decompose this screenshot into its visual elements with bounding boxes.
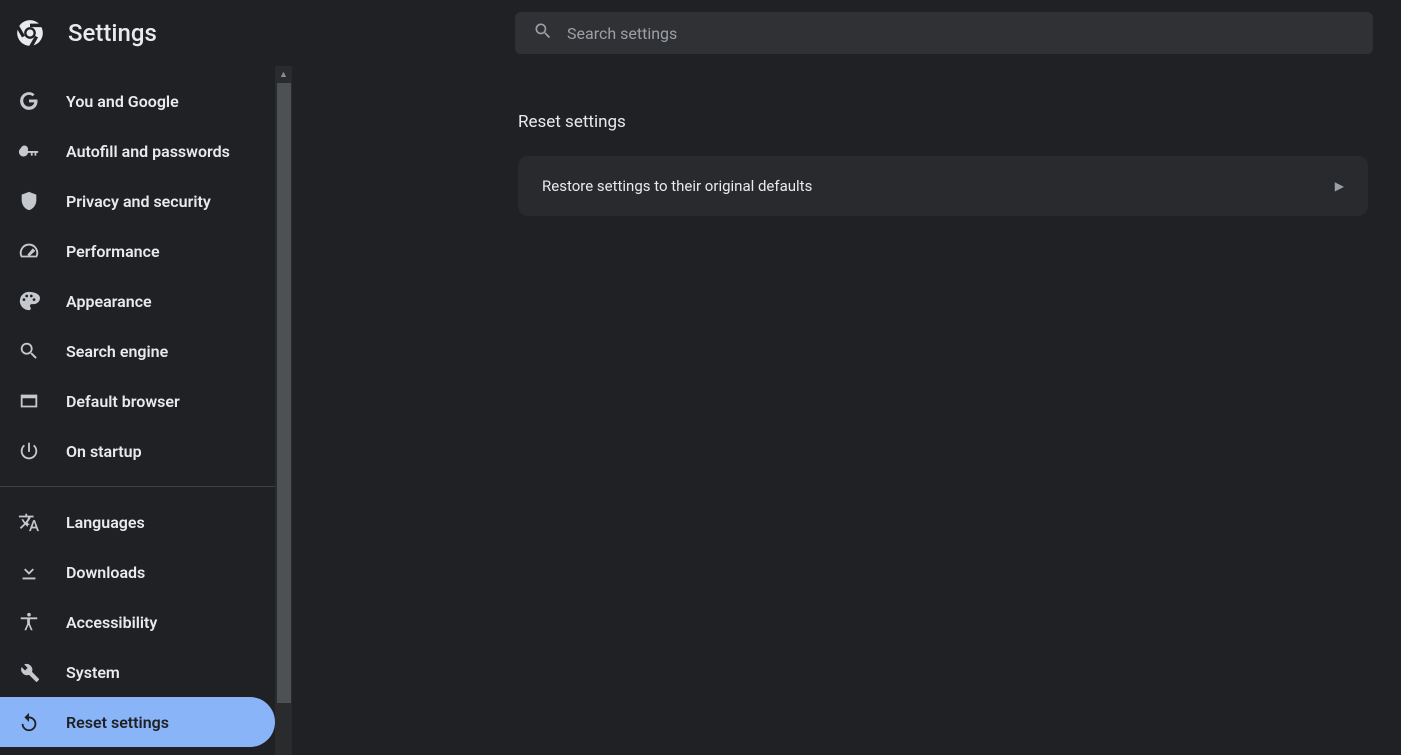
sidebar-scrollbar[interactable]: ▲ — [275, 66, 292, 755]
chrome-logo-icon — [16, 19, 44, 47]
sidebar-item-label: Privacy and security — [66, 192, 211, 211]
sidebar-item-label: System — [66, 663, 120, 682]
download-icon — [18, 561, 40, 583]
sidebar-item-accessibility[interactable]: Accessibility — [0, 597, 275, 647]
sidebar-item-you-and-google[interactable]: You and Google — [0, 76, 275, 126]
sidebar-item-label: Appearance — [66, 292, 152, 311]
settings-row-label: Restore settings to their original defau… — [542, 177, 812, 195]
sidebar-item-on-startup[interactable]: On startup — [0, 426, 275, 476]
google-g-icon — [18, 90, 40, 112]
sidebar-item-system[interactable]: System — [0, 647, 275, 697]
search-container — [275, 12, 1401, 54]
sidebar-item-label: Accessibility — [66, 613, 157, 632]
translate-icon — [18, 511, 40, 533]
accessibility-icon — [18, 611, 40, 633]
search-box[interactable] — [515, 12, 1373, 54]
speedometer-icon — [18, 240, 40, 262]
search-icon — [18, 340, 40, 362]
sidebar-item-autofill[interactable]: Autofill and passwords — [0, 126, 275, 176]
shield-icon — [18, 190, 40, 212]
main-content: Reset settings Restore settings to their… — [292, 66, 1401, 755]
power-icon — [18, 440, 40, 462]
sidebar-item-label: Default browser — [66, 392, 180, 411]
page-title: Settings — [68, 19, 157, 47]
sidebar-item-appearance[interactable]: Appearance — [0, 276, 275, 326]
scrollbar-up-arrow[interactable]: ▲ — [275, 66, 292, 83]
sidebar-item-reset[interactable]: Reset settings — [0, 697, 275, 747]
sidebar-item-label: Languages — [66, 513, 145, 532]
sidebar-item-default-browser[interactable]: Default browser — [0, 376, 275, 426]
sidebar-divider — [0, 486, 275, 487]
sidebar-item-languages[interactable]: Languages — [0, 497, 275, 547]
sidebar-item-privacy[interactable]: Privacy and security — [0, 176, 275, 226]
chevron-right-icon: ▶ — [1335, 179, 1344, 193]
search-icon — [533, 21, 553, 45]
scrollbar-thumb[interactable] — [277, 83, 291, 703]
settings-row-restore-defaults[interactable]: Restore settings to their original defau… — [518, 156, 1368, 216]
key-icon — [18, 140, 40, 162]
sidebar-item-label: Downloads — [66, 563, 145, 582]
wrench-icon — [18, 661, 40, 683]
settings-card: Restore settings to their original defau… — [518, 156, 1368, 216]
sidebar-item-label: Performance — [66, 242, 160, 261]
sidebar-container: You and Google Autofill and passwords Priv… — [0, 66, 292, 755]
sidebar: You and Google Autofill and passwords Priv… — [0, 66, 275, 755]
sidebar-item-label: You and Google — [66, 92, 179, 111]
header-bar: Settings — [0, 0, 1401, 66]
sidebar-item-downloads[interactable]: Downloads — [0, 547, 275, 597]
sidebar-item-search-engine[interactable]: Search engine — [0, 326, 275, 376]
section-title: Reset settings — [518, 112, 1373, 132]
sidebar-item-performance[interactable]: Performance — [0, 226, 275, 276]
sidebar-item-label: Search engine — [66, 342, 168, 361]
sidebar-item-label: Reset settings — [66, 713, 169, 732]
search-input[interactable] — [567, 24, 1355, 43]
reset-icon — [18, 711, 40, 733]
palette-icon — [18, 290, 40, 312]
header-left: Settings — [0, 19, 275, 47]
sidebar-item-label: Autofill and passwords — [66, 142, 230, 161]
browser-window-icon — [18, 390, 40, 412]
sidebar-item-label: On startup — [66, 442, 142, 461]
